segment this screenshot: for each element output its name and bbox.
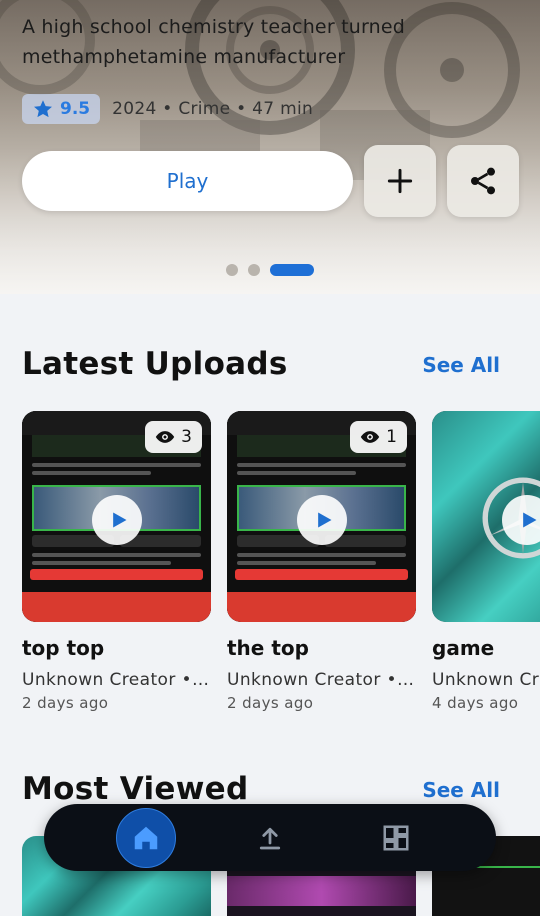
hero-banner[interactable]: A high school chemistry teacher turned m… (0, 0, 540, 294)
play-icon (317, 512, 331, 528)
video-title: the top (227, 636, 309, 660)
star-icon (34, 100, 52, 118)
hero-description: A high school chemistry teacher turned m… (22, 16, 406, 68)
most-viewed-see-all-link[interactable]: See All (422, 778, 500, 802)
hero-meta: 2024 • Crime • 47 min (112, 99, 314, 119)
dashboard-icon (383, 825, 409, 851)
video-creator: Unknown Creator • … (22, 670, 211, 690)
carousel-dot-active[interactable] (270, 264, 314, 276)
play-icon (522, 512, 536, 528)
nav-upload-button[interactable] (240, 808, 300, 868)
rating-badge: 9.5 (22, 94, 101, 124)
hero-meta-row: 9.5 2024 • Crime • 47 min (22, 94, 313, 124)
video-card[interactable]: 1 the top Unknown Creator • … 2 days ago (227, 411, 416, 712)
views-badge: 3 (145, 421, 202, 453)
play-overlay-button[interactable] (92, 495, 142, 545)
views-count: 1 (386, 427, 397, 447)
upload-icon (259, 827, 281, 850)
carousel-dot[interactable] (226, 264, 238, 276)
carousel-indicator (226, 264, 314, 276)
video-card[interactable]: 3 top top Unknown Creator • … 2 days ago (22, 411, 211, 712)
video-timestamp: 2 days ago (22, 694, 109, 712)
views-badge: 1 (350, 421, 407, 453)
video-thumbnail[interactable] (432, 411, 540, 622)
thumbnail-image (227, 876, 416, 906)
most-viewed-title: Most Viewed (22, 771, 249, 807)
plus-icon (387, 168, 413, 194)
carousel-dot[interactable] (248, 264, 260, 276)
share-button[interactable] (447, 145, 519, 217)
nav-home-button[interactable] (116, 808, 176, 868)
rating-value: 9.5 (60, 99, 91, 119)
video-card[interactable]: game Unknown Cr 4 days ago (432, 411, 540, 712)
video-timestamp: 2 days ago (227, 694, 314, 712)
home-icon (134, 826, 158, 850)
add-to-list-button[interactable] (364, 145, 436, 217)
play-overlay-button[interactable] (297, 495, 347, 545)
bottom-navigation (44, 804, 496, 871)
views-count: 3 (181, 427, 192, 447)
nav-dashboard-button[interactable] (366, 808, 426, 868)
video-thumbnail[interactable]: 3 (22, 411, 211, 622)
video-creator: Unknown Creator • … (227, 670, 416, 690)
eye-icon (156, 431, 175, 443)
video-creator: Unknown Cr (432, 670, 540, 690)
eye-icon (361, 431, 380, 443)
video-thumbnail[interactable]: 1 (227, 411, 416, 622)
share-icon (471, 167, 495, 195)
play-button[interactable]: Play (22, 151, 353, 211)
play-icon (112, 512, 126, 528)
video-title: top top (22, 636, 105, 660)
latest-uploads-title: Latest Uploads (22, 346, 288, 382)
latest-see-all-link[interactable]: See All (422, 353, 500, 377)
video-title: game (432, 636, 495, 660)
video-timestamp: 4 days ago (432, 694, 519, 712)
